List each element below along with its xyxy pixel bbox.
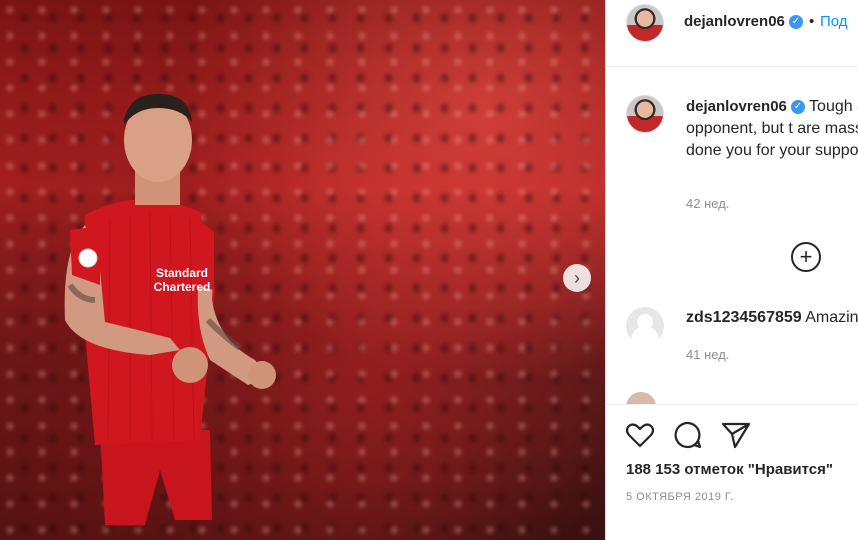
post-header: dejanlovren06 ✓ • Под [606,0,858,67]
share-icon[interactable] [720,419,752,451]
caption-avatar[interactable] [626,95,664,133]
kit-sponsor-line1: Standard [155,266,208,280]
heart-icon[interactable] [624,419,656,451]
load-more-comments-button[interactable]: + [791,242,821,272]
comment-avatar[interactable] [626,307,664,345]
chevron-right-icon: › [574,267,580,288]
caption-username[interactable]: dejanlovren06 [686,98,787,115]
kit-sponsor-line2: Chartered [153,280,211,294]
header-username[interactable]: dejanlovren06 ✓ [684,13,803,30]
post-image[interactable]: Standard Chartered › [0,0,605,540]
kit-sponsor: Standard Chartered [152,266,212,294]
caption: dejanlovren06✓ Tough a good opponent, bu… [686,96,858,162]
next-comment-partial [626,392,858,404]
header-username-text[interactable]: dejanlovren06 [684,13,785,30]
caption-time[interactable]: 42 нед. [686,196,729,211]
comment: zds1234567859 Amazin [686,309,858,327]
comment-username[interactable]: zds1234567859 [686,309,802,326]
plus-icon: + [799,244,813,269]
likes-count[interactable]: 188 153 отметок "Нравится" [626,461,833,478]
comment-text: Amazin [805,309,858,326]
actions-bar: 188 153 отметок "Нравится" 5 ОКТЯБРЯ 201… [606,404,858,540]
follow-button[interactable]: Под [820,13,848,30]
player-figure [64,93,276,525]
comment-icon[interactable] [672,419,704,451]
post-details-panel: dejanlovren06 ✓ • Под dejanlovren06 ✓ Toug… [605,0,858,540]
verified-badge-icon: ✓ [788,15,803,30]
post-date: 5 ОКТЯБРЯ 2019 Г. [626,491,734,503]
comment-time[interactable]: 41 нед. [686,347,729,362]
header-dot: • [809,13,815,30]
header-avatar[interactable] [626,4,664,42]
verified-badge-icon: ✓ [790,99,805,114]
next-image-button[interactable]: › [563,264,591,292]
